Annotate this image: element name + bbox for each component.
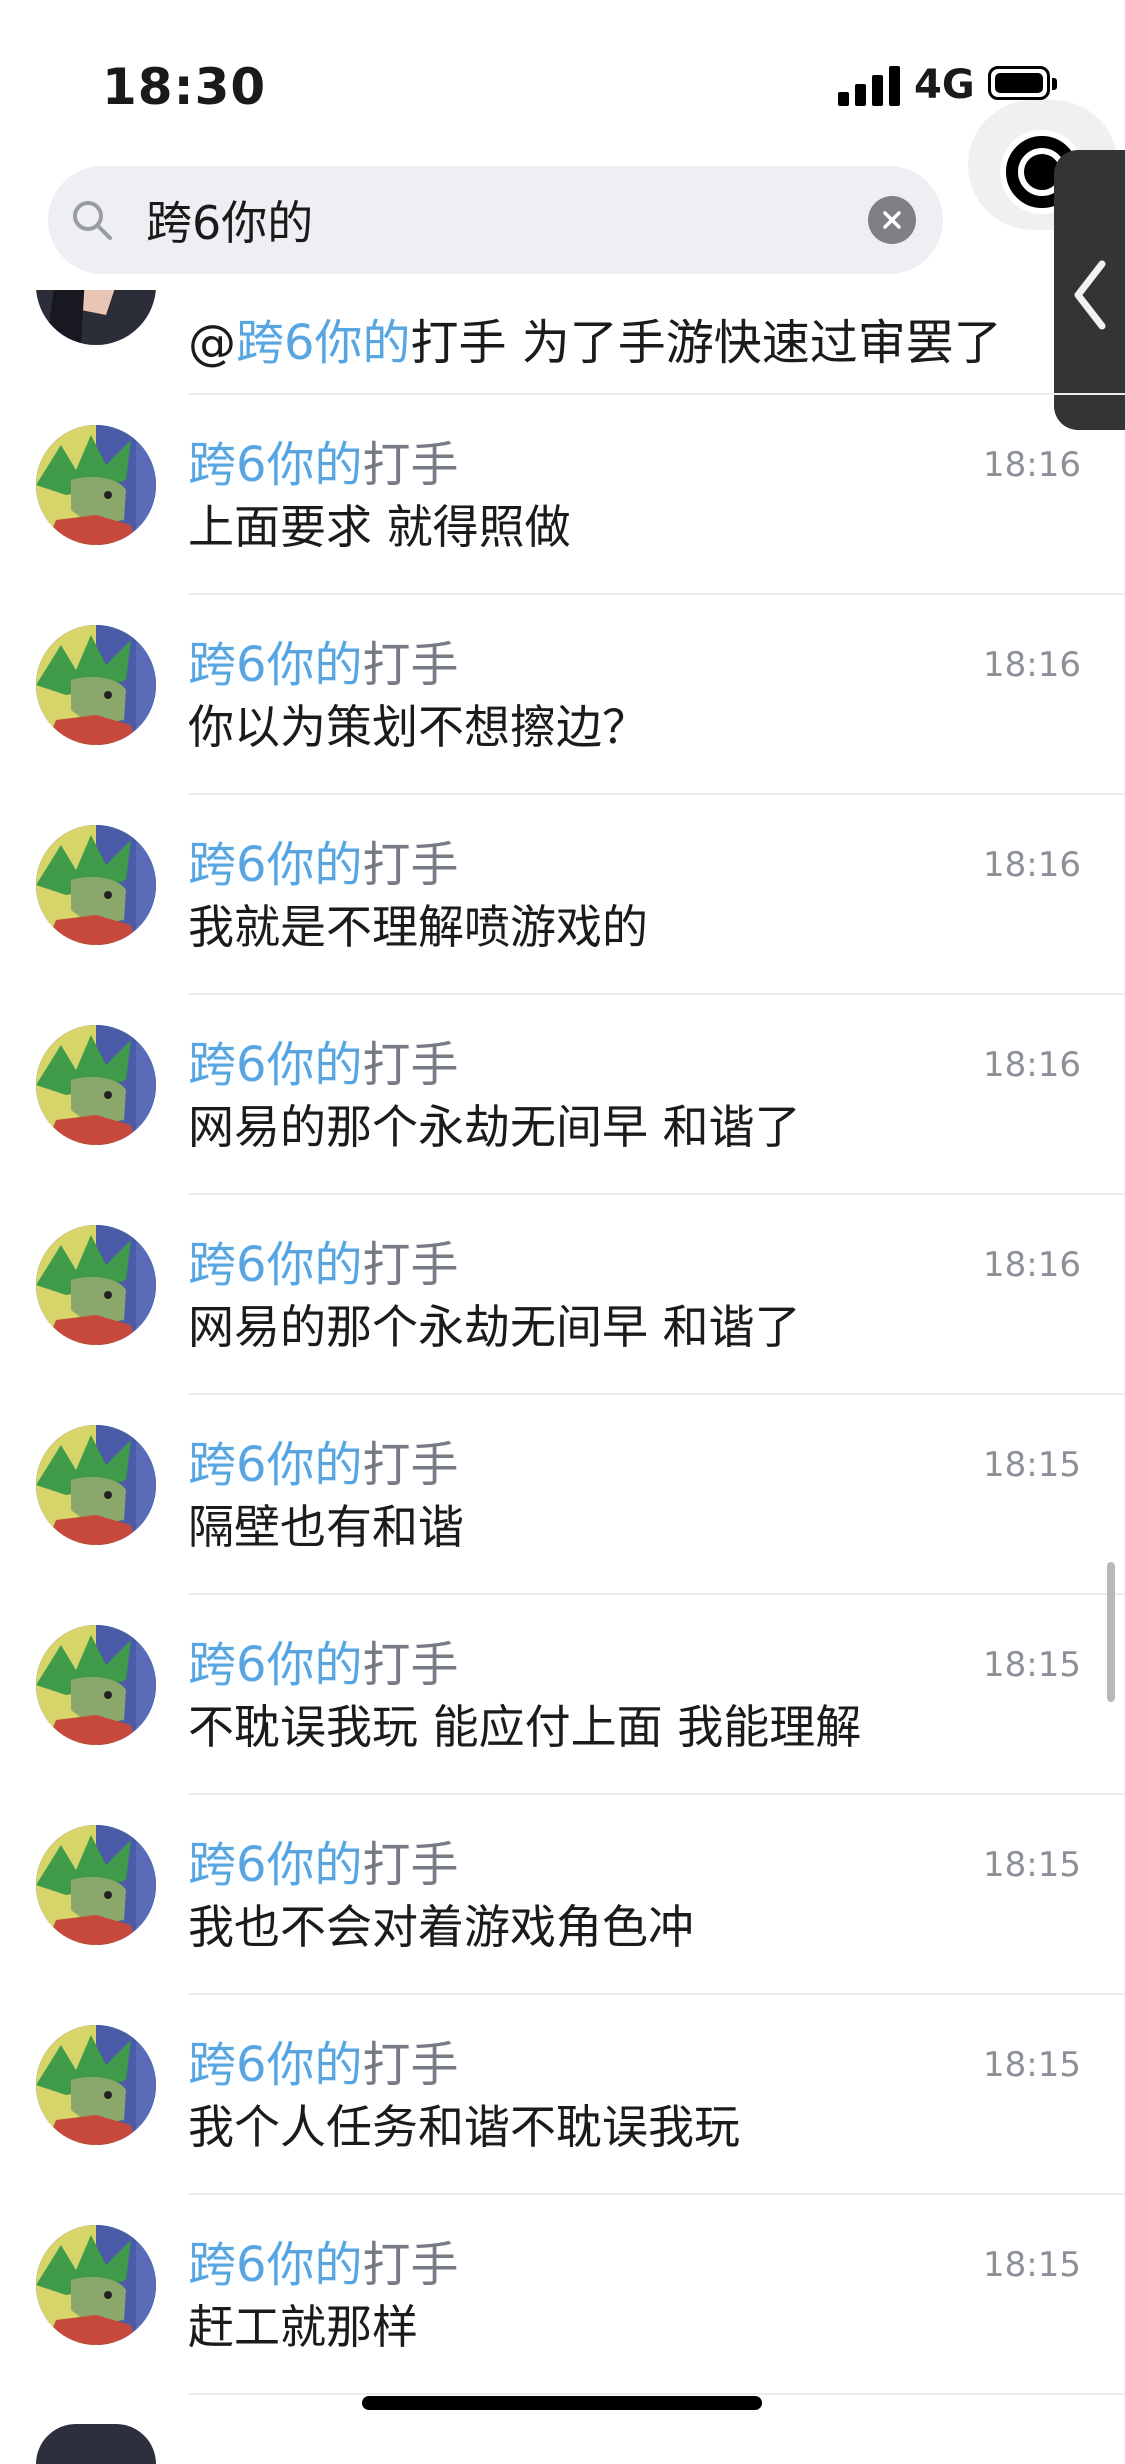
avatar[interactable] bbox=[36, 1225, 156, 1345]
list-item[interactable]: 跨6你的打手 18:15 赶工就那样 bbox=[0, 2195, 1125, 2395]
search-results-list[interactable]: @跨6你的打手 为了手游快速过审罢了 跨6你的打手 18:16 上面要求 就得照… bbox=[0, 290, 1125, 2420]
sender-name: 跨6你的打手 bbox=[188, 2037, 459, 2093]
message-text: 上面要求 就得照做 bbox=[188, 500, 571, 554]
message-text: @跨6你的打手 为了手游快速过审罢了 bbox=[188, 315, 1002, 371]
avatar[interactable] bbox=[36, 1625, 156, 1745]
list-item[interactable]: 跨6你的打手 18:16 上面要求 就得照做 bbox=[0, 395, 1125, 595]
message-time: 18:15 bbox=[983, 1845, 1081, 1885]
avatar[interactable] bbox=[36, 1025, 156, 1145]
status-bar: 18:30 4G bbox=[0, 0, 1125, 160]
status-time: 18:30 bbox=[102, 58, 267, 116]
avatar[interactable] bbox=[36, 1825, 156, 1945]
message-time: 18:16 bbox=[983, 1245, 1081, 1285]
avatar[interactable] bbox=[36, 425, 156, 545]
message-text: 不耽误我玩 能应付上面 我能理解 bbox=[188, 1700, 862, 1754]
message-text: 隔壁也有和谐 bbox=[188, 1500, 464, 1554]
sender-name: 跨6你的打手 bbox=[188, 1637, 459, 1693]
list-item[interactable]: 跨6你的打手 18:16 你以为策划不想擦边？ bbox=[0, 595, 1125, 795]
message-time: 18:16 bbox=[983, 845, 1081, 885]
message-time: 18:15 bbox=[983, 2245, 1081, 2285]
avatar[interactable] bbox=[36, 290, 156, 345]
battery-icon bbox=[988, 66, 1057, 100]
sender-name: 跨6你的打手 bbox=[188, 1237, 459, 1293]
list-item[interactable]: 跨6你的打手 18:16 我就是不理解喷游戏的 bbox=[0, 795, 1125, 995]
message-time: 18:16 bbox=[983, 1045, 1081, 1085]
list-item[interactable]: @跨6你的打手 为了手游快速过审罢了 bbox=[0, 290, 1125, 395]
message-text: 网易的那个永劫无间早 和谐了 bbox=[188, 1300, 801, 1354]
search-icon bbox=[73, 201, 112, 240]
message-text: 我个人任务和谐不耽误我玩 bbox=[188, 2100, 740, 2154]
message-text: 赶工就那样 bbox=[188, 2300, 418, 2354]
avatar[interactable] bbox=[36, 1425, 156, 1545]
avatar[interactable] bbox=[36, 625, 156, 745]
sender-name: 跨6你的打手 bbox=[188, 637, 459, 693]
list-item[interactable]: 跨6你的打手 18:16 网易的那个永劫无间早 和谐了 bbox=[0, 995, 1125, 1195]
list-item[interactable]: 跨6你的打手 18:15 隔壁也有和谐 bbox=[0, 1395, 1125, 1595]
network-type: 4G bbox=[914, 62, 975, 108]
message-time: 18:16 bbox=[983, 445, 1081, 485]
signal-icon bbox=[838, 66, 900, 106]
avatar[interactable] bbox=[36, 2025, 156, 2145]
list-item[interactable]: 跨6你的打手 18:16 网易的那个永劫无间早 和谐了 bbox=[0, 1195, 1125, 1395]
sender-name: 跨6你的打手 bbox=[188, 1837, 459, 1893]
avatar[interactable] bbox=[36, 825, 156, 945]
sender-name: 跨6你的打手 bbox=[188, 1437, 459, 1493]
message-time: 18:15 bbox=[983, 1445, 1081, 1485]
sender-name: 跨6你的打手 bbox=[188, 1037, 459, 1093]
message-time: 18:15 bbox=[983, 1645, 1081, 1685]
clear-icon[interactable] bbox=[868, 196, 916, 244]
list-item[interactable]: 跨6你的打手 18:15 我也不会对着游戏角色冲 bbox=[0, 1795, 1125, 1995]
message-text: 我也不会对着游戏角色冲 bbox=[188, 1900, 694, 1954]
search-input[interactable] bbox=[146, 180, 846, 260]
divider bbox=[188, 2393, 1125, 2395]
message-text: 我就是不理解喷游戏的 bbox=[188, 900, 648, 954]
avatar[interactable] bbox=[36, 2225, 156, 2345]
sender-name: 跨6你的打手 bbox=[188, 2237, 459, 2293]
list-item[interactable]: 跨6你的打手 18:15 我个人任务和谐不耽误我玩 bbox=[0, 1995, 1125, 2195]
sender-name: 跨6你的打手 bbox=[188, 437, 459, 493]
message-time: 18:15 bbox=[983, 2045, 1081, 2085]
avatar bbox=[36, 2424, 156, 2464]
message-text: 网易的那个永劫无间早 和谐了 bbox=[188, 1100, 801, 1154]
sender-name: 跨6你的打手 bbox=[188, 837, 459, 893]
home-indicator[interactable] bbox=[362, 2396, 762, 2410]
message-text: 你以为策划不想擦边？ bbox=[188, 700, 648, 754]
search-bar bbox=[48, 166, 943, 274]
message-time: 18:16 bbox=[983, 645, 1081, 685]
list-item[interactable]: 跨6你的打手 18:15 不耽误我玩 能应付上面 我能理解 bbox=[0, 1595, 1125, 1795]
scrollbar[interactable] bbox=[1107, 1562, 1115, 1702]
